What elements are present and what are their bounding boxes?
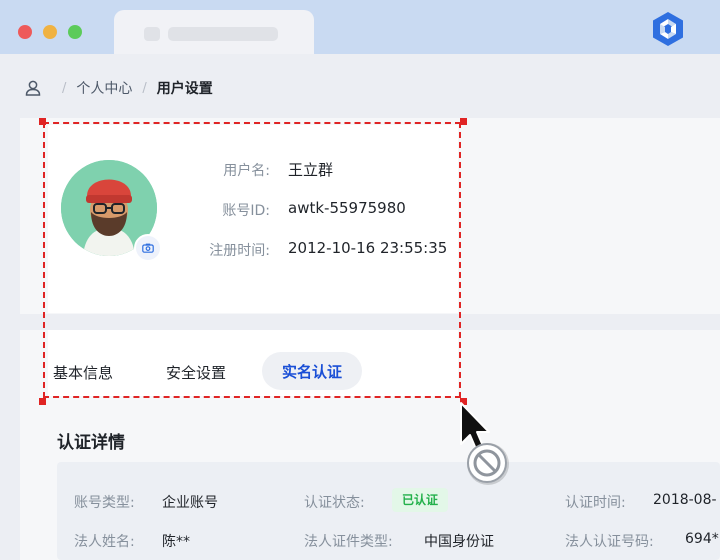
id-type-value: 中国身份证 bbox=[424, 534, 494, 550]
selection-handle-top-left[interactable] bbox=[39, 118, 46, 125]
browser-tab[interactable] bbox=[114, 10, 314, 54]
id-type-label: 法人证件类型: bbox=[304, 534, 393, 550]
account-type-label: 账号类型: bbox=[74, 495, 135, 511]
certification-status-label: 认证状态: bbox=[304, 495, 365, 511]
app-logo-icon bbox=[653, 12, 683, 46]
id-number-value: 694* bbox=[685, 531, 719, 547]
selection-rectangle bbox=[43, 122, 461, 398]
breadcrumb-separator: / bbox=[142, 80, 147, 96]
id-number-label: 法人认证号码: bbox=[565, 534, 654, 550]
not-allowed-cursor-icon bbox=[460, 402, 509, 485]
breadcrumb-personal-center[interactable]: 个人中心 bbox=[76, 78, 132, 98]
certification-details-title: 认证详情 bbox=[57, 433, 125, 453]
legal-name-label: 法人姓名: bbox=[74, 534, 135, 550]
selection-handle-bottom-left[interactable] bbox=[39, 398, 46, 405]
breadcrumb-separator: / bbox=[62, 80, 67, 96]
certification-time-label: 认证时间: bbox=[565, 495, 626, 511]
minimize-window-button[interactable] bbox=[43, 25, 57, 39]
close-window-button[interactable] bbox=[18, 25, 32, 39]
window-titlebar bbox=[0, 0, 720, 54]
tab-title-placeholder bbox=[168, 27, 278, 41]
legal-name-value: 陈** bbox=[162, 534, 190, 550]
user-icon bbox=[25, 80, 41, 96]
certification-time-value: 2018-08- bbox=[653, 492, 717, 508]
selection-handle-top-right[interactable] bbox=[460, 118, 467, 125]
account-type-value: 企业账号 bbox=[162, 495, 218, 511]
breadcrumb: / 个人中心 / 用户设置 bbox=[24, 77, 213, 99]
breadcrumb-user-settings: 用户设置 bbox=[156, 81, 213, 97]
maximize-window-button[interactable] bbox=[68, 25, 82, 39]
status-badge: 已认证 bbox=[392, 488, 449, 512]
tab-favicon-placeholder bbox=[144, 27, 160, 41]
